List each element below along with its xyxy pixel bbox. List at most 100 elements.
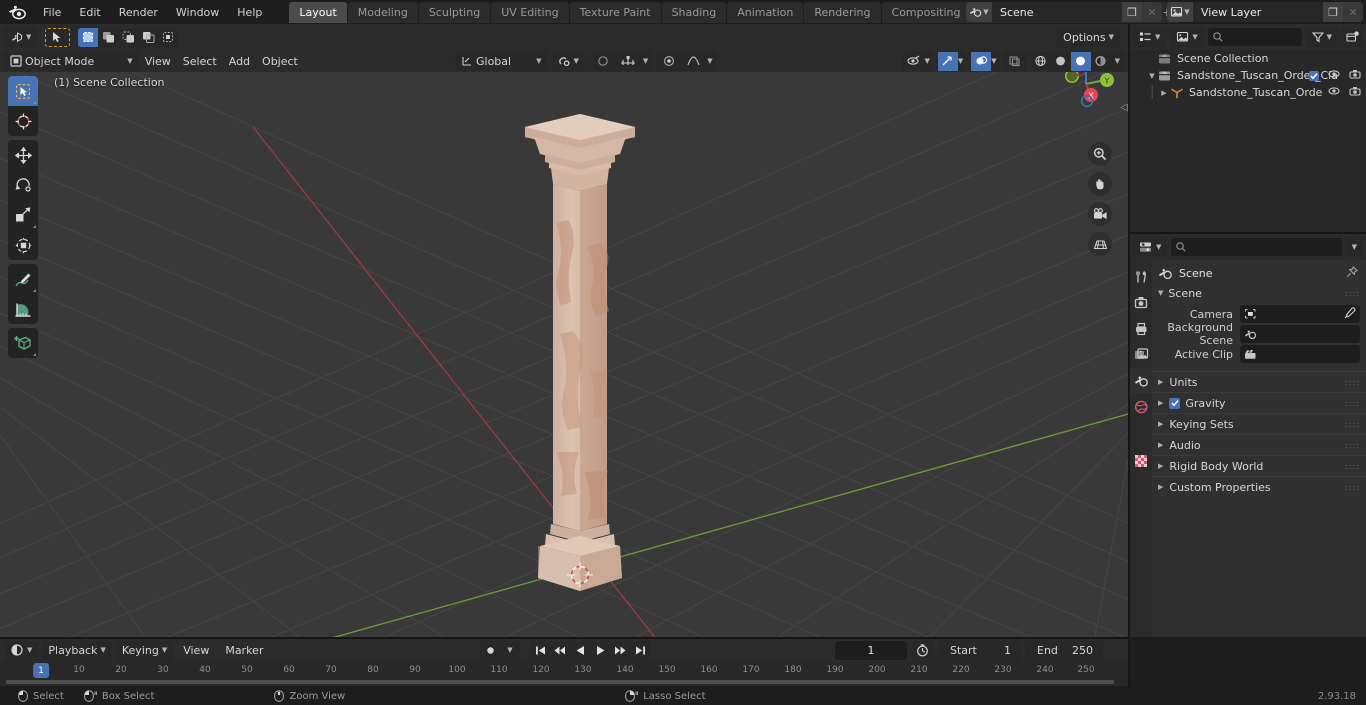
scene-copy-button[interactable]: ❐ [1122, 2, 1142, 22]
timeline-menu-playback[interactable]: Playback ▼ [42, 640, 112, 660]
transform-orientation-dropdown[interactable]: Global ▼ [455, 51, 548, 71]
rendered-shading-icon[interactable] [1091, 52, 1111, 71]
viewport-menu-view[interactable]: View [139, 52, 177, 71]
panel-gravity[interactable]: ▶ Gravity :::: [1152, 392, 1366, 413]
outliner-row-scene-collection[interactable]: Scene Collection [1130, 50, 1366, 67]
outliner-editor-type-button[interactable]: ▼ [1133, 27, 1167, 47]
options-button[interactable]: Options ▼ [1057, 27, 1120, 47]
properties-editor-type-button[interactable]: ▼ [1133, 237, 1168, 257]
tab-sculpting[interactable]: Sculpting [418, 1, 491, 23]
select-intersect-icon[interactable] [158, 28, 178, 47]
wireframe-shading-icon[interactable] [1031, 52, 1051, 71]
timeline-menu-view[interactable]: View [177, 641, 215, 660]
timeline-playhead[interactable]: 1 [33, 663, 49, 678]
shading-mode-group[interactable]: ▼ [1030, 51, 1124, 71]
tool-scale[interactable] [8, 200, 38, 230]
hand-icon[interactable] [1088, 172, 1112, 196]
tool-expand-corner[interactable] [33, 101, 36, 104]
properties-tab-view-layer[interactable] [1130, 342, 1152, 367]
properties-options-button[interactable]: ▼ [1345, 237, 1363, 257]
scene-panel-header[interactable]: ▼ Scene :::: [1152, 283, 1366, 303]
select-invert-icon[interactable] [138, 28, 158, 47]
object-mode-dropdown[interactable]: Object Mode ▼ [4, 51, 139, 71]
viewport-menu-object[interactable]: Object [256, 52, 304, 71]
xray-icon[interactable] [1005, 52, 1025, 71]
tab-texture-paint[interactable]: Texture Paint [569, 1, 661, 23]
sidebar-expand-arrow[interactable]: ◁ [1120, 102, 1128, 113]
view-layer-name-field[interactable]: View Layer [1193, 2, 1323, 22]
render-camera-icon[interactable] [1349, 86, 1361, 99]
outliner-search-input[interactable] [1207, 28, 1302, 46]
timeline-scrollbar[interactable] [0, 678, 1128, 686]
menu-window[interactable]: Window [167, 3, 228, 22]
row-disclosure-expanded[interactable]: ▼ [1146, 72, 1158, 80]
viewport-canvas[interactable] [0, 72, 1128, 637]
render-camera-icon[interactable] [1349, 69, 1361, 82]
outliner-row-object[interactable]: │ ▶ Sandstone_Tuscan_Orde [1130, 84, 1366, 101]
active-clip-field[interactable] [1240, 345, 1360, 363]
jump-start-icon[interactable] [530, 641, 550, 660]
jump-end-icon[interactable] [630, 641, 650, 660]
use-preview-range-button[interactable] [911, 640, 934, 660]
outliner-filter-button[interactable]: ▼ [1305, 27, 1338, 47]
zoom-icon[interactable] [1088, 142, 1112, 166]
properties-tab-world[interactable] [1130, 394, 1152, 419]
proportional-falloff-group[interactable]: ▼ [656, 51, 716, 71]
scene-id-block[interactable]: ▼ Scene ❐ ✕ [966, 2, 1162, 22]
tool-tweak[interactable] [8, 76, 38, 106]
editor-type-button[interactable]: ▼ [4, 27, 38, 47]
auto-key-options-chevron[interactable]: ▼ [500, 641, 520, 660]
tool-cursor[interactable] [8, 106, 38, 136]
snap-magnet-button[interactable]: ▼ [552, 51, 585, 71]
visibility-eye-icon[interactable] [1328, 86, 1340, 99]
gizmo-dropdown[interactable]: ▼ [935, 51, 966, 71]
current-frame-field[interactable]: 1 [835, 640, 907, 660]
tool-rotate[interactable] [8, 170, 38, 200]
tab-shading[interactable]: Shading [661, 1, 727, 23]
prev-keyframe-icon[interactable] [550, 641, 570, 660]
panel-audio[interactable]: ▶ Audio :::: [1152, 434, 1366, 455]
tab-rendering[interactable]: Rendering [804, 1, 881, 23]
visibility-dropdown[interactable]: ▼ [902, 51, 932, 71]
eyedropper-icon[interactable] [1344, 306, 1356, 322]
outliner-display-mode-button[interactable]: ▼ [1170, 27, 1204, 47]
properties-tab-scene[interactable] [1130, 368, 1152, 393]
snap-target-icon[interactable] [616, 52, 640, 71]
properties-search-input[interactable] [1171, 238, 1342, 256]
tool-annotate[interactable] [8, 264, 38, 294]
tool-measure[interactable] [8, 294, 38, 324]
tab-animation[interactable]: Animation [727, 1, 804, 23]
play-reverse-icon[interactable] [570, 641, 590, 660]
record-icon[interactable] [480, 641, 500, 660]
tool-cursor-button[interactable] [45, 27, 71, 47]
panel-custom-properties[interactable]: ▶ Custom Properties :::: [1152, 476, 1366, 497]
tool-move[interactable] [8, 140, 38, 170]
view-layer-unlink-button[interactable]: ✕ [1343, 2, 1363, 22]
grid-icon[interactable] [1088, 232, 1112, 256]
xray-toggle[interactable] [1002, 51, 1027, 71]
select-mode-group[interactable] [78, 27, 179, 47]
frame-start-field[interactable]: Start 1 [938, 640, 1021, 660]
tab-modeling[interactable]: Modeling [347, 1, 418, 23]
menu-help[interactable]: Help [228, 3, 271, 22]
tool-expand-corner[interactable] [33, 353, 36, 356]
3d-viewport[interactable]: ▼ Options ▼ Object Mode ▼ View Select Ad… [0, 24, 1128, 637]
material-preview-icon[interactable] [1070, 51, 1091, 71]
overlays-dropdown[interactable]: ▼ [969, 51, 999, 71]
proportional-edit-group[interactable]: ▼ [589, 51, 652, 71]
tool-expand-corner[interactable] [33, 289, 36, 292]
collection-checkbox[interactable] [1309, 70, 1319, 81]
tab-layout[interactable]: Layout [289, 1, 347, 23]
row-disclosure[interactable]: ▶ [1158, 89, 1170, 97]
viewport-menu-add[interactable]: Add [223, 52, 256, 71]
transport-controls[interactable] [530, 640, 650, 660]
next-keyframe-icon[interactable] [610, 641, 630, 660]
properties-tab-render[interactable] [1130, 290, 1152, 315]
menu-file[interactable]: File [34, 3, 70, 22]
panel-rigid-body-world[interactable]: ▶ Rigid Body World :::: [1152, 455, 1366, 476]
tool-expand-corner[interactable] [33, 225, 36, 228]
solid-shading-icon[interactable] [1051, 52, 1071, 71]
properties-tab-output[interactable] [1130, 316, 1152, 341]
panel-units[interactable]: ▶ Units :::: [1152, 371, 1366, 392]
scene-name-field[interactable]: Scene [992, 2, 1122, 22]
